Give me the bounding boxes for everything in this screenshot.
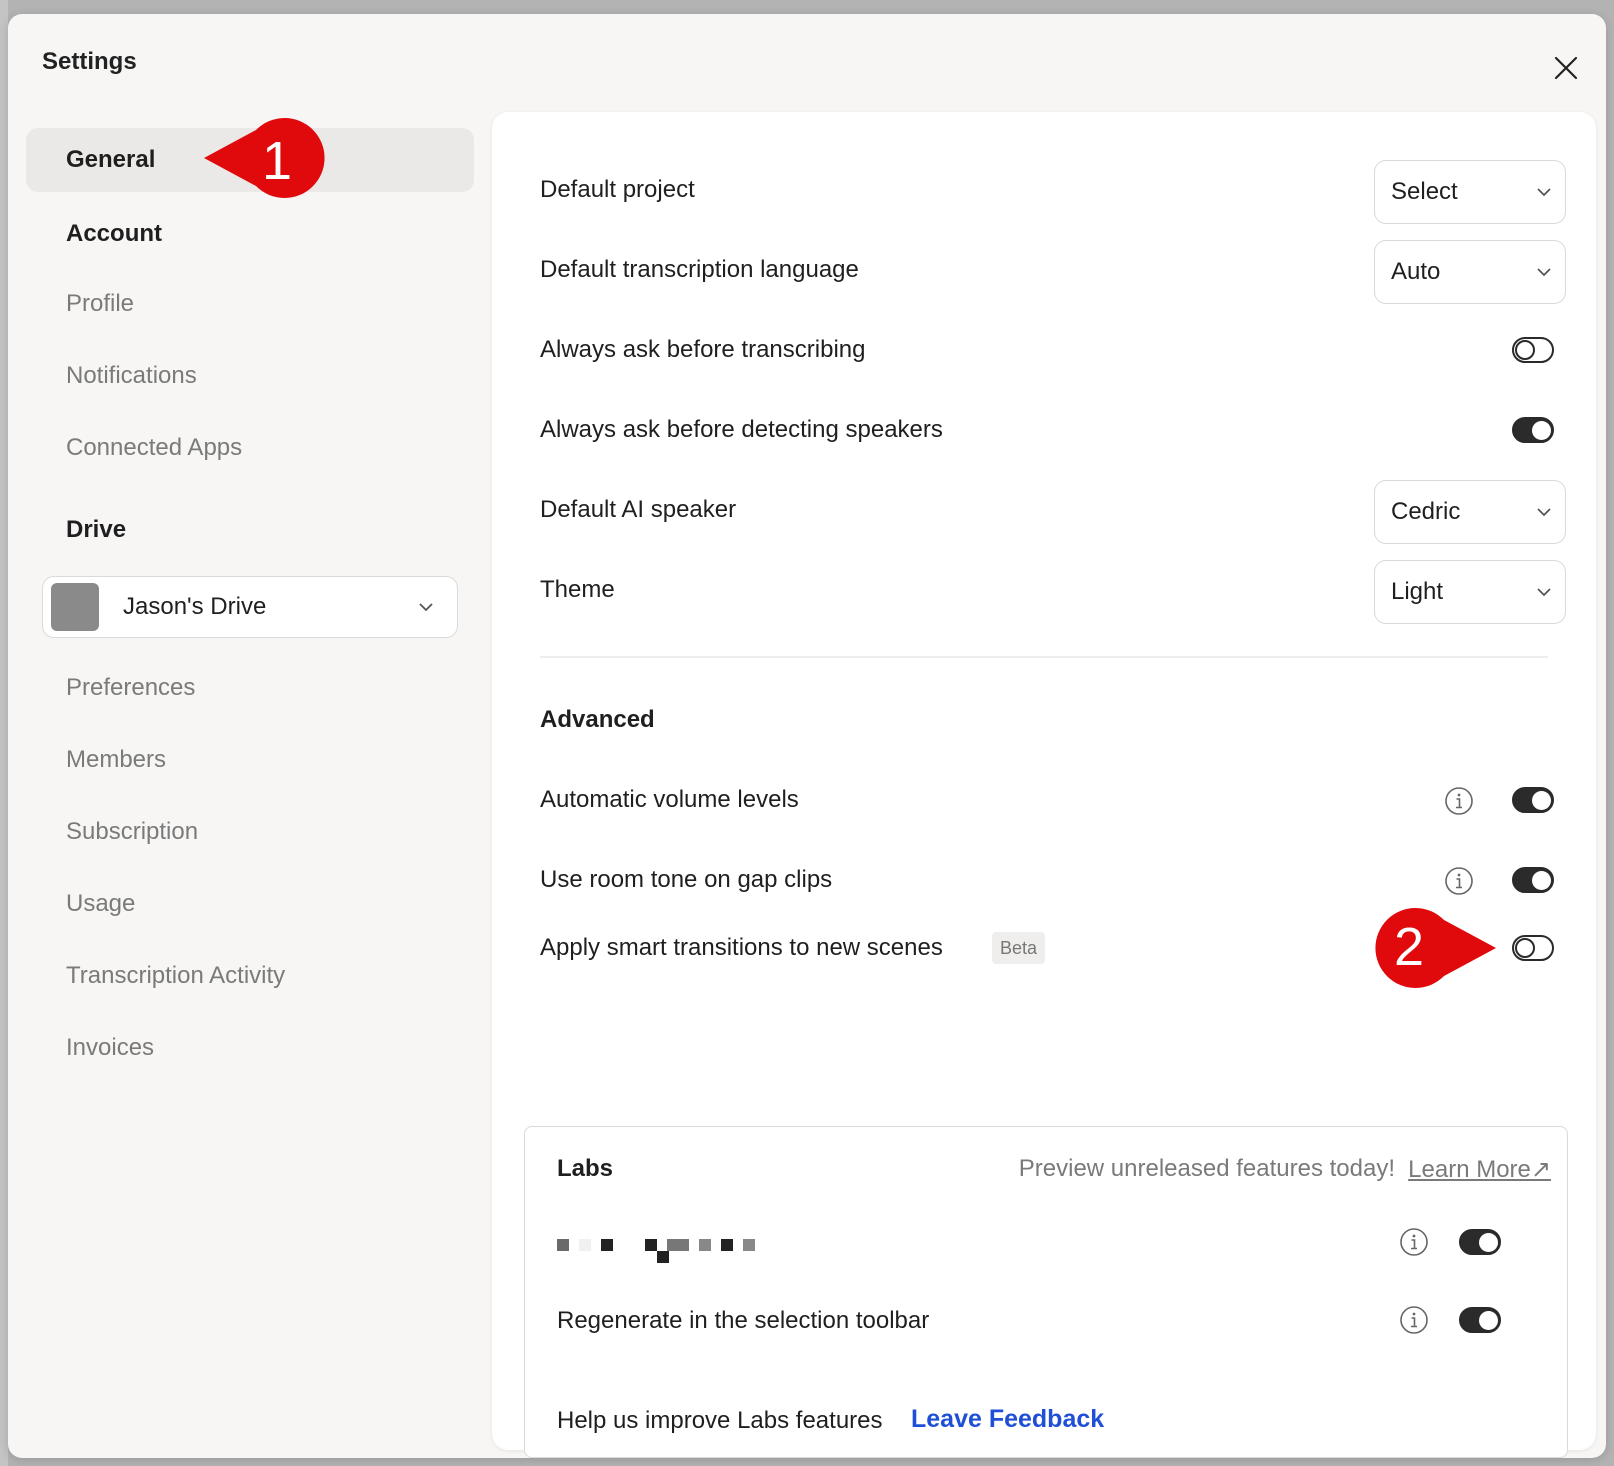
volume-levels-toggle[interactable] (1512, 787, 1554, 813)
labs-heading: Labs (557, 1155, 614, 1182)
toggle-knob (1515, 938, 1535, 958)
sidebar-item-notifications[interactable]: Notifications (26, 344, 474, 408)
redaction-block (657, 1251, 669, 1263)
sidebar-item-label: Invoices (66, 1034, 155, 1061)
annotation-number-1: 1 (262, 131, 293, 191)
toggle-knob (1532, 790, 1551, 810)
volume-levels-label: Automatic volume levels (540, 786, 799, 813)
sidebar-item-connected-apps[interactable]: Connected Apps (26, 416, 474, 480)
transcription-language-label: Default transcription language (540, 256, 859, 283)
dialog-title: Settings (42, 48, 137, 75)
ask-transcribing-toggle[interactable] (1512, 337, 1554, 363)
redaction-block (699, 1239, 711, 1251)
sidebar-item-profile[interactable]: Profile (26, 272, 474, 336)
toggle-knob (1532, 870, 1551, 890)
leave-feedback-link[interactable]: Leave Feedback (911, 1405, 1104, 1434)
feedback-label: Help us improve Labs features (557, 1407, 883, 1434)
beta-badge: Beta (992, 932, 1046, 964)
sidebar-item-label: Members (66, 746, 167, 773)
select-value: Cedric (1391, 498, 1461, 525)
info-icon[interactable] (1399, 1227, 1429, 1257)
ai-speaker-label: Default AI speaker (540, 496, 737, 523)
sidebar-item-label: Profile (66, 290, 135, 317)
annotation-marker-2 (1375, 908, 1496, 988)
sidebar-heading-account: Account (66, 220, 162, 247)
ask-transcribing-label: Always ask before transcribing (540, 336, 866, 363)
theme-label: Theme (540, 576, 615, 603)
divider (540, 656, 1548, 658)
chevron-down-icon (419, 603, 433, 612)
redaction-block (645, 1239, 657, 1251)
drive-avatar (51, 583, 99, 631)
redacted-feature-label (557, 1239, 757, 1269)
default-project-label: Default project (540, 176, 695, 203)
info-icon[interactable] (1444, 866, 1474, 896)
sidebar-item-invoices[interactable]: Invoices (26, 1016, 474, 1080)
select-value: Light (1391, 578, 1444, 605)
sidebar-item-label: General (66, 146, 156, 173)
sidebar-item-label: Transcription Activity (66, 962, 286, 989)
sidebar-item-label: Subscription (66, 818, 199, 845)
chevron-down-icon (1537, 188, 1551, 197)
ai-speaker-select[interactable]: Cedric (1374, 480, 1566, 544)
room-tone-toggle[interactable] (1512, 867, 1554, 893)
sidebar-item-label: Preferences (66, 674, 196, 701)
smart-transitions-toggle[interactable] (1512, 935, 1554, 961)
labs-tagline: Preview unreleased features today! (1018, 1155, 1395, 1182)
toggle-knob (1479, 1310, 1498, 1330)
redaction-block (601, 1239, 613, 1251)
toggle-knob (1532, 420, 1551, 440)
select-value: Select (1391, 178, 1458, 205)
ask-speakers-toggle[interactable] (1512, 417, 1554, 443)
settings-panel: Default project Select Default transcrip… (492, 112, 1596, 1458)
sidebar-item-usage[interactable]: Usage (26, 872, 474, 936)
close-button[interactable] (1548, 50, 1584, 86)
redaction-block (557, 1239, 569, 1251)
sidebar-item-label: Usage (66, 890, 136, 917)
room-tone-label: Use room tone on gap clips (540, 866, 833, 893)
theme-select[interactable]: Light (1374, 560, 1566, 624)
info-icon[interactable] (1444, 786, 1474, 816)
advanced-heading: Advanced (540, 706, 655, 733)
sidebar-item-preferences[interactable]: Preferences (26, 656, 474, 720)
regenerate-toggle[interactable] (1459, 1307, 1501, 1333)
redaction-block (721, 1239, 733, 1251)
drive-selector[interactable]: Jason's Drive (42, 576, 458, 638)
chevron-down-icon (1537, 508, 1551, 517)
transcription-language-select[interactable]: Auto (1374, 240, 1566, 304)
labs-section: Labs Preview unreleased features today! … (524, 1126, 1568, 1458)
background-app-edge (0, 0, 8, 1466)
sidebar-item-transcription-activity[interactable]: Transcription Activity (26, 944, 474, 1008)
sidebar-item-members[interactable]: Members (26, 728, 474, 792)
default-project-select[interactable]: Select (1374, 160, 1566, 224)
sidebar-item-label: Connected Apps (66, 434, 243, 461)
redaction-block (667, 1239, 689, 1251)
ask-speakers-label: Always ask before detecting speakers (540, 416, 943, 443)
regenerate-label: Regenerate in the selection toolbar (557, 1307, 930, 1334)
redacted-feature-toggle[interactable] (1459, 1229, 1501, 1255)
learn-more-link[interactable]: Learn More↗ (1408, 1155, 1551, 1184)
select-value: Auto (1391, 258, 1441, 285)
info-icon[interactable] (1399, 1305, 1429, 1335)
settings-dialog: Settings General Account Profile Notific… (8, 14, 1606, 1458)
sidebar-item-label: Notifications (66, 362, 197, 389)
sidebar-item-subscription[interactable]: Subscription (26, 800, 474, 864)
annotation-number-2: 2 (1394, 917, 1425, 977)
sidebar-heading-drive: Drive (66, 516, 127, 543)
redaction-block (743, 1239, 755, 1251)
toggle-knob (1515, 340, 1535, 360)
drive-name: Jason's Drive (123, 593, 267, 620)
close-icon (1554, 56, 1578, 80)
redaction-block (579, 1239, 591, 1251)
toggle-knob (1479, 1232, 1498, 1252)
chevron-down-icon (1537, 268, 1551, 277)
chevron-down-icon (1537, 588, 1551, 597)
smart-transitions-label: Apply smart transitions to new scenes (540, 934, 943, 961)
